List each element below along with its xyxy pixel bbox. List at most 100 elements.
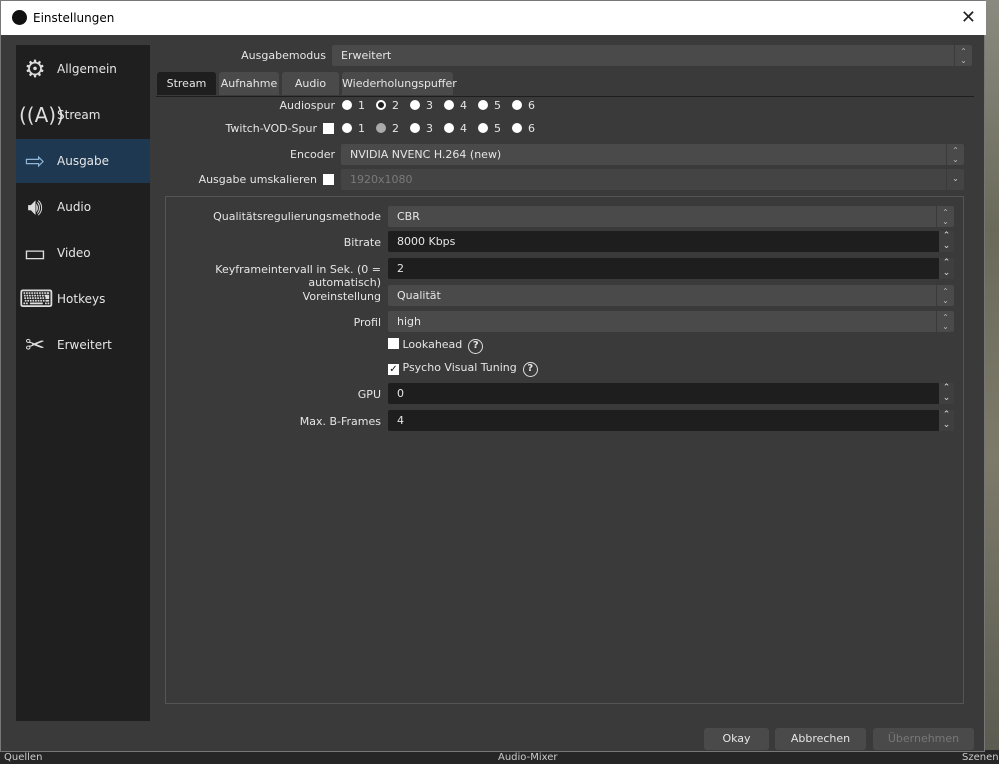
chevron-updown-icon: ⌃ ⌄	[954, 45, 972, 66]
psycho-visual-label: Psycho Visual Tuning	[402, 361, 517, 374]
apply-button[interactable]: Übernehmen	[873, 728, 974, 750]
bitrate-value: 8000 Kbps	[397, 235, 456, 248]
twitch-vod-radio-3[interactable]: 3	[410, 122, 433, 135]
rate-control-label: Qualitätsregulierungsmethode	[213, 210, 381, 223]
bitrate-spinbox[interactable]: 8000 Kbps ⌃ ⌄	[388, 231, 954, 252]
sidebar-item-erweitert[interactable]: ✂ Erweitert	[16, 323, 150, 367]
profile-value: high	[397, 315, 421, 328]
scenes-dock-title: Szenen	[962, 752, 999, 763]
twitch-vod-label: Twitch-VOD-Spur	[225, 122, 318, 135]
close-icon[interactable]: ✕	[961, 7, 976, 28]
spin-arrows-icon[interactable]: ⌃ ⌄	[939, 383, 954, 404]
sidebar-item-label: Ausgabe	[57, 154, 110, 168]
audio-track-radio-3[interactable]: 3	[410, 99, 433, 112]
help-icon[interactable]: ?	[468, 339, 484, 354]
antenna-icon: ((A))	[19, 103, 64, 127]
sidebar-item-label: Video	[57, 246, 91, 260]
sidebar-item-label: Hotkeys	[57, 292, 106, 306]
keyframe-value: 2	[397, 262, 404, 275]
rescale-select[interactable]: 1920x1080 ⌄	[341, 169, 964, 190]
speaker-icon: 🔊︎	[27, 193, 43, 221]
background-app	[985, 0, 999, 764]
audio-track-radio-1[interactable]: 1	[342, 99, 365, 112]
sidebar-item-stream[interactable]: ((A)) Stream	[16, 93, 150, 137]
audio-track-label: Audiospur	[279, 99, 335, 112]
sidebar-item-audio[interactable]: 🔊︎ Audio	[16, 185, 150, 229]
tab-aufnahme[interactable]: Aufnahme	[219, 72, 279, 95]
psycho-visual-checkbox[interactable]: ✓	[388, 364, 399, 375]
bframes-value: 4	[397, 414, 404, 427]
title-bar: Einstellungen ✕	[1, 1, 986, 35]
obs-logo-icon	[12, 10, 27, 25]
chevron-down-icon: ⌄	[946, 169, 964, 190]
keyframe-label: Keyframeintervall in Sek. (0 = automatis…	[215, 263, 381, 289]
rate-control-select[interactable]: CBR ⌃ ⌄	[388, 206, 954, 227]
tab-stream[interactable]: Stream	[157, 72, 216, 95]
sidebar-item-hotkeys[interactable]: ⌨ Hotkeys	[16, 277, 150, 321]
mixer-dock-title: Audio-Mixer	[498, 752, 558, 763]
sidebar-item-label: Stream	[57, 108, 101, 122]
audio-track-radio-2[interactable]: 2	[376, 99, 399, 112]
sidebar-item-allgemein[interactable]: ⚙ Allgemein	[16, 47, 150, 91]
audio-track-radio-5[interactable]: 5	[478, 99, 501, 112]
tab-wiederholungspuffer[interactable]: Wiederholungspuffer	[342, 72, 457, 95]
twitch-vod-radio-4[interactable]: 4	[444, 122, 467, 135]
sidebar-item-label: Erweitert	[57, 338, 112, 352]
tab-divider	[156, 96, 974, 97]
bitrate-label: Bitrate	[343, 236, 381, 249]
twitch-vod-radio-5[interactable]: 5	[478, 122, 501, 135]
sidebar-item-ausgabe[interactable]: ⇨ Ausgabe	[16, 139, 150, 183]
encoder-label: Encoder	[290, 148, 335, 161]
lookahead-option[interactable]: Lookahead?	[388, 338, 484, 354]
sidebar-item-label: Audio	[57, 200, 92, 214]
rescale-checkbox[interactable]	[323, 174, 334, 185]
tools-icon: ✂	[24, 331, 46, 359]
encoder-value: NVIDIA NVENC H.264 (new)	[350, 148, 502, 161]
lookahead-label: Lookahead	[402, 338, 463, 351]
gpu-label: GPU	[357, 388, 381, 401]
chevron-updown-icon: ⌃ ⌄	[936, 206, 954, 227]
rate-control-value: CBR	[397, 210, 420, 223]
profile-label: Profil	[353, 316, 381, 329]
settings-dialog: Einstellungen ✕ ⚙ Allgemein ((A)) Stream ⇨…	[0, 0, 986, 752]
twitch-vod-radio-6[interactable]: 6	[512, 122, 535, 135]
preset-select[interactable]: Qualität ⌃ ⌄	[388, 285, 954, 306]
bframes-spinbox[interactable]: 4 ⌃ ⌄	[388, 410, 954, 431]
twitch-vod-checkbox[interactable]	[323, 123, 334, 134]
spin-arrows-icon[interactable]: ⌃ ⌄	[939, 410, 954, 431]
sidebar-item-video[interactable]: ▭ Video	[16, 231, 150, 275]
twitch-vod-radios: 123456	[342, 122, 546, 135]
encoder-select[interactable]: NVIDIA NVENC H.264 (new) ⌃ ⌄	[341, 144, 964, 165]
spin-arrows-icon[interactable]: ⌃ ⌄	[939, 231, 954, 252]
help-icon[interactable]: ?	[522, 362, 538, 377]
keyframe-spinbox[interactable]: 2 ⌃ ⌄	[388, 258, 954, 279]
tab-audio[interactable]: Audio	[282, 72, 339, 95]
bframes-label: Max. B-Frames	[299, 415, 381, 428]
lookahead-checkbox[interactable]	[388, 338, 399, 349]
okay-button[interactable]: Okay	[704, 728, 769, 750]
output-mode-label: Ausgabemodus	[241, 49, 326, 62]
twitch-vod-radio-2[interactable]: 2	[376, 122, 399, 135]
rescale-label: Ausgabe umskalieren	[198, 173, 317, 186]
sidebar-item-label: Allgemein	[57, 62, 117, 76]
rescale-value: 1920x1080	[350, 173, 413, 186]
output-mode-select[interactable]: Erweitert ⌃ ⌄	[332, 45, 972, 66]
keyboard-icon: ⌨	[19, 285, 54, 313]
psycho-visual-option[interactable]: ✓ Psycho Visual Tuning?	[388, 361, 538, 377]
audio-track-radio-4[interactable]: 4	[444, 99, 467, 112]
chevron-updown-icon: ⌃ ⌄	[936, 311, 954, 332]
sidebar: ⚙ Allgemein ((A)) Stream ⇨ Ausgabe 🔊︎ Audio …	[16, 45, 150, 721]
gear-icon: ⚙	[24, 55, 46, 83]
preset-value: Qualität	[397, 289, 441, 302]
background-dock-bar: Quellen Audio-Mixer Szenen	[0, 750, 999, 764]
output-mode-value: Erweitert	[341, 49, 392, 62]
chevron-updown-icon: ⌃ ⌄	[936, 285, 954, 306]
gpu-spinbox[interactable]: 0 ⌃ ⌄	[388, 383, 954, 404]
monitor-icon: ▭	[23, 239, 47, 267]
profile-select[interactable]: high ⌃ ⌄	[388, 311, 954, 332]
twitch-vod-radio-1[interactable]: 1	[342, 122, 365, 135]
audio-track-radio-6[interactable]: 6	[512, 99, 535, 112]
chevron-updown-icon: ⌃ ⌄	[946, 144, 964, 165]
spin-arrows-icon[interactable]: ⌃ ⌄	[939, 258, 954, 279]
cancel-button[interactable]: Abbrechen	[775, 728, 866, 750]
